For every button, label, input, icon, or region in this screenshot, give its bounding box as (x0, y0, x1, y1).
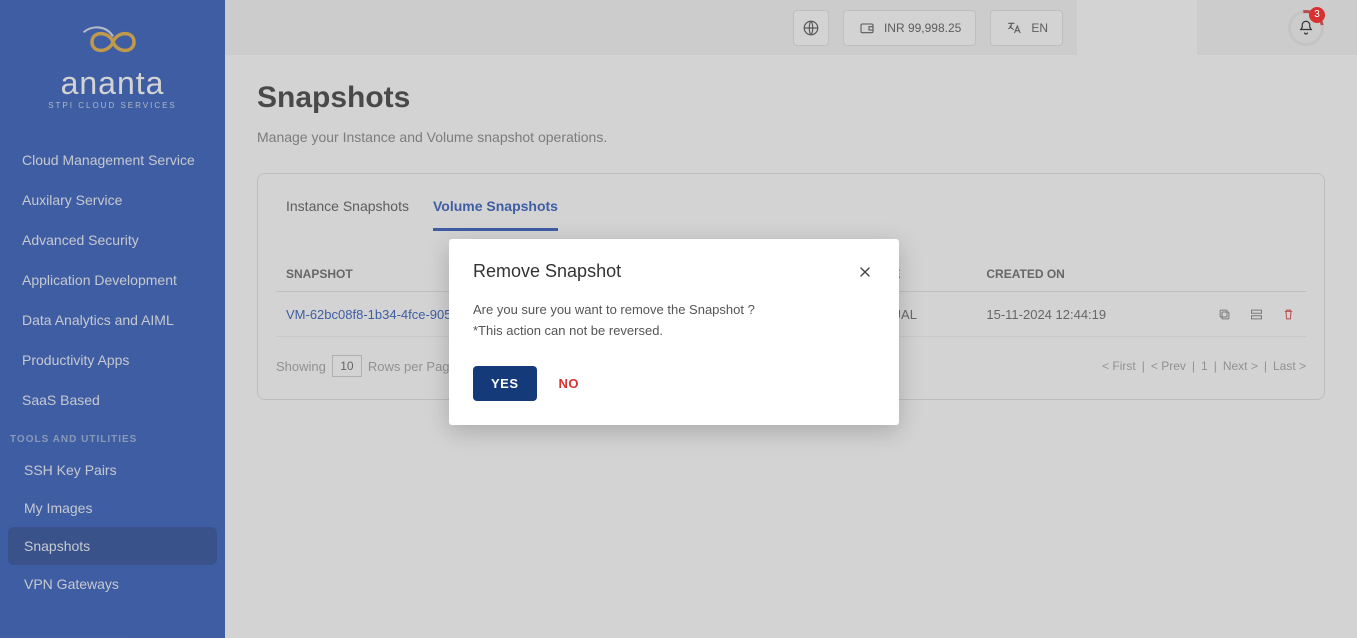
notification-count-badge: 3 (1309, 7, 1325, 23)
modal-close-button[interactable] (855, 262, 875, 282)
confirm-yes-button[interactable]: YES (473, 366, 537, 401)
remove-snapshot-modal: Remove Snapshot Are you sure you want to… (449, 239, 899, 425)
modal-title: Remove Snapshot (473, 261, 621, 282)
confirm-no-button[interactable]: NO (559, 376, 580, 391)
modal-message-line1: Are you sure you want to remove the Snap… (473, 300, 875, 321)
modal-message-line2: *This action can not be reversed. (473, 321, 875, 342)
